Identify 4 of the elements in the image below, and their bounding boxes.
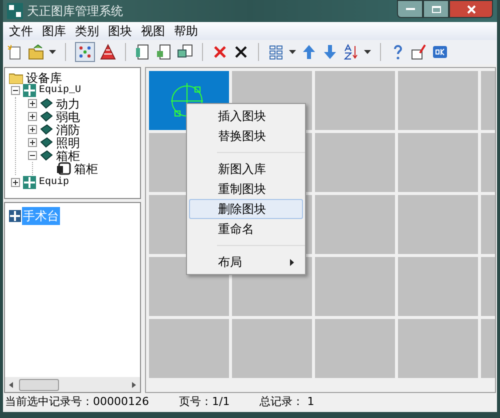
status-text: 页号：1/1	[179, 394, 230, 410]
window-title: 天正图库管理系统	[27, 3, 124, 20]
status-text: 总记录： 1	[260, 394, 314, 410]
status-text: 当前选中记录号：00000126	[5, 394, 149, 410]
